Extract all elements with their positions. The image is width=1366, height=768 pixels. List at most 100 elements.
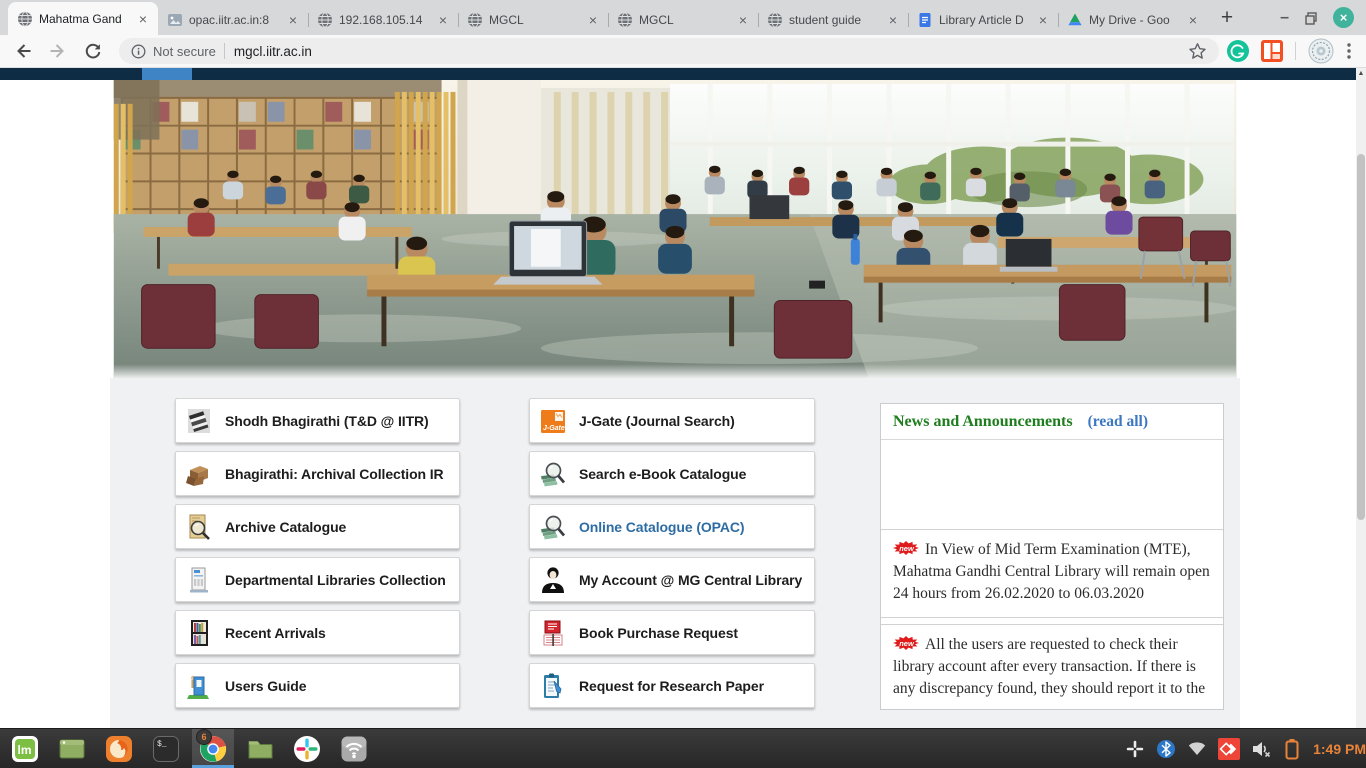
- library-photo: [110, 80, 1240, 378]
- bookshelf-icon: [186, 619, 212, 647]
- url-text[interactable]: mgcl.iitr.ac.in: [234, 44, 312, 59]
- tab-close-icon[interactable]: ×: [737, 13, 749, 27]
- quick-link-label: Archive Catalogue: [225, 519, 346, 535]
- taskbar-file-manager-button[interactable]: [239, 729, 281, 768]
- quick-links-middle-column: J-GateJ-Gate (Journal Search) Search e-Bo…: [529, 398, 815, 708]
- system-tray: [1125, 738, 1310, 760]
- scroll-up-arrow[interactable]: ▲: [1356, 68, 1366, 79]
- tab-close-icon[interactable]: ×: [887, 13, 899, 27]
- new-tab-button[interactable]: +: [1212, 3, 1242, 33]
- department-building-icon: [186, 566, 212, 594]
- browser-tab[interactable]: Mahatma Gand×: [8, 2, 158, 35]
- security-label: Not secure: [153, 44, 216, 59]
- taskbar-slack-button[interactable]: [286, 729, 328, 768]
- desktop-taskbar: lm $_ 6 1:49 PM: [0, 728, 1366, 768]
- battery-icon[interactable]: [1284, 738, 1300, 760]
- taskbar-clock[interactable]: 1:49 PM: [1313, 741, 1366, 757]
- taskbar-terminal-button[interactable]: $_: [145, 729, 187, 768]
- tab-title: MGCL: [639, 13, 731, 27]
- quick-link-card[interactable]: Recent Arrivals: [175, 610, 460, 655]
- tab-title: 192.168.105.14: [339, 13, 431, 27]
- quick-link-card[interactable]: My Account @ MG Central Library: [529, 557, 815, 602]
- page-viewport: Shodh Bhagirathi (T&D @ IITR) Bhagirathi:…: [0, 68, 1366, 728]
- site-nav-active-item[interactable]: [142, 68, 192, 80]
- wifi-signal-icon[interactable]: [1187, 739, 1207, 759]
- tab-close-icon[interactable]: ×: [1187, 13, 1199, 27]
- quick-link-label: Search e-Book Catalogue: [579, 466, 746, 482]
- quick-link-card[interactable]: Online Catalogue (OPAC): [529, 504, 815, 549]
- quick-link-label: Online Catalogue (OPAC): [579, 519, 744, 535]
- quick-link-label: Bhagirathi: Archival Collection IR: [225, 466, 444, 482]
- bluetooth-icon[interactable]: [1156, 739, 1176, 759]
- favicon-gdoc-icon: [917, 12, 933, 28]
- grammarly-extension-icon[interactable]: [1227, 40, 1249, 62]
- forward-button[interactable]: [45, 38, 71, 64]
- book-search-icon: [540, 513, 566, 541]
- quick-link-card[interactable]: Users Guide: [175, 663, 460, 708]
- quick-link-card[interactable]: Shodh Bhagirathi (T&D @ IITR): [175, 398, 460, 443]
- browser-tab[interactable]: student guide ×: [758, 5, 908, 35]
- volume-muted-icon[interactable]: [1251, 739, 1273, 759]
- tabs-container: Mahatma Gand×opac.iitr.ac.in:8×192.168.1…: [0, 0, 1208, 35]
- bookmark-star-icon[interactable]: [1188, 42, 1207, 61]
- tab-close-icon[interactable]: ×: [137, 12, 149, 26]
- browser-tab[interactable]: Library Article D×: [908, 5, 1058, 35]
- tab-title: student guide: [789, 13, 881, 27]
- quick-link-label: Users Guide: [225, 678, 306, 694]
- quick-link-card[interactable]: Book Purchase Request: [529, 610, 815, 655]
- tab-close-icon[interactable]: ×: [287, 13, 299, 27]
- tab-close-icon[interactable]: ×: [437, 13, 449, 27]
- quick-link-label: Book Purchase Request: [579, 625, 738, 641]
- page-scrollbar[interactable]: ▲: [1356, 68, 1366, 728]
- news-panel: News and Announcements (read all) newIn …: [880, 403, 1224, 710]
- browser-tab[interactable]: MGCL ×: [608, 5, 758, 35]
- quick-link-card[interactable]: Bhagirathi: Archival Collection IR: [175, 451, 460, 496]
- browser-tab[interactable]: 192.168.105.14 ×: [308, 5, 458, 35]
- anydesk-icon[interactable]: [1218, 738, 1240, 760]
- quick-links-left-column: Shodh Bhagirathi (T&D @ IITR) Bhagirathi:…: [175, 398, 460, 708]
- taskbar-show-desktop-button[interactable]: [51, 729, 93, 768]
- profile-avatar[interactable]: [1308, 38, 1334, 64]
- tab-title: MGCL: [489, 13, 581, 27]
- tab-strip: Mahatma Gand×opac.iitr.ac.in:8×192.168.1…: [0, 0, 1366, 35]
- quick-link-card[interactable]: Archive Catalogue: [175, 504, 460, 549]
- minimize-button[interactable]: –: [1280, 13, 1289, 23]
- back-button[interactable]: [10, 38, 36, 64]
- browser-tab[interactable]: MGCL ×: [458, 5, 608, 35]
- quick-link-label: My Account @ MG Central Library: [579, 572, 802, 588]
- browser-tab[interactable]: opac.iitr.ac.in:8×: [158, 5, 308, 35]
- browser-menu-icon[interactable]: [1346, 42, 1352, 60]
- read-all-link[interactable]: (read all): [1088, 413, 1148, 431]
- guide-standee-icon: [186, 672, 212, 700]
- slack-tray-icon[interactable]: [1125, 739, 1145, 759]
- info-icon[interactable]: [131, 44, 146, 59]
- quick-link-label: Request for Research Paper: [579, 678, 764, 694]
- favicon-gdrive-icon: [1067, 12, 1083, 28]
- taskbar-mint-menu-button[interactable]: lm: [4, 729, 46, 768]
- red-book-icon: [540, 619, 566, 647]
- quick-link-card[interactable]: Search e-Book Catalogue: [529, 451, 815, 496]
- favicon-globe-icon: [767, 12, 783, 28]
- orange-extension-icon[interactable]: [1261, 40, 1283, 62]
- svg-text:$_: $_: [157, 740, 167, 749]
- site-navbar-remnant: [0, 68, 1356, 80]
- quick-link-card[interactable]: Request for Research Paper: [529, 663, 815, 708]
- reload-button[interactable]: [80, 38, 106, 64]
- tab-close-icon[interactable]: ×: [1037, 13, 1049, 27]
- quick-link-label: Recent Arrivals: [225, 625, 326, 641]
- quick-link-card[interactable]: J-GateJ-Gate (Journal Search): [529, 398, 815, 443]
- taskbar-firefox-button[interactable]: [98, 729, 140, 768]
- taskbar-network-manager-button[interactable]: [333, 729, 375, 768]
- news-item-text: All the users are requested to check the…: [893, 636, 1205, 697]
- quick-link-label: J-Gate (Journal Search): [579, 413, 735, 429]
- tab-close-icon[interactable]: ×: [587, 13, 599, 27]
- scrollbar-thumb[interactable]: [1357, 154, 1365, 520]
- browser-tab[interactable]: My Drive - Goo×: [1058, 5, 1208, 35]
- address-bar[interactable]: Not secure mgcl.iitr.ac.in: [119, 38, 1219, 64]
- taskbar-chrome-button[interactable]: 6: [192, 729, 234, 768]
- close-button[interactable]: ×: [1333, 7, 1354, 28]
- firefox-icon: [105, 735, 133, 763]
- restore-button[interactable]: [1304, 11, 1318, 25]
- quick-link-card[interactable]: Departmental Libraries Collection: [175, 557, 460, 602]
- browser-window: Mahatma Gand×opac.iitr.ac.in:8×192.168.1…: [0, 0, 1366, 768]
